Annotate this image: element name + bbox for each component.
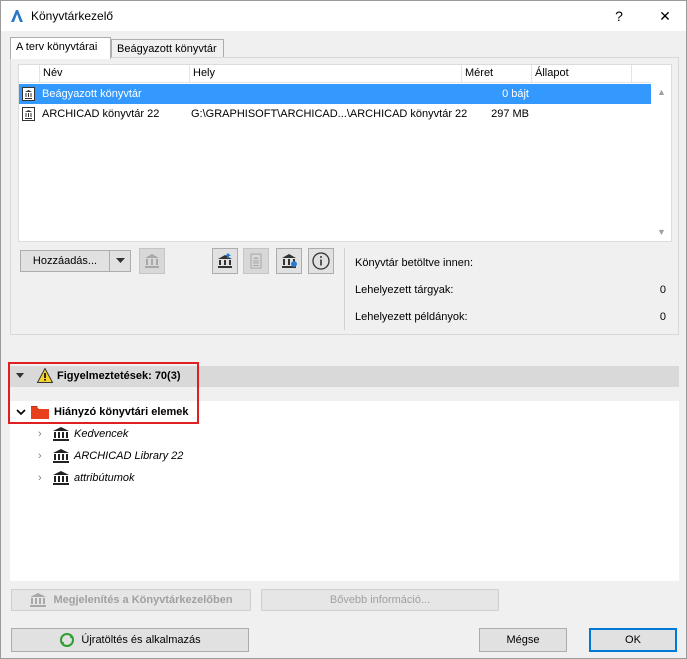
reload-apply-button[interactable]: Újratöltés és alkalmazás — [11, 628, 249, 652]
chevron-right-icon[interactable]: › — [38, 450, 52, 462]
collapse-triangle-icon[interactable] — [16, 373, 24, 379]
library-remove-icon — [145, 254, 159, 268]
tree-item-label: Kedvencek — [74, 428, 129, 440]
missing-elements-group[interactable]: Hiányzó könyvtári elemek — [16, 403, 189, 421]
embedded-library-icon — [22, 87, 35, 101]
row-location: G:\GRAPHISOFT\ARCHICAD...\ARCHICAD könyv… — [191, 108, 468, 120]
placed-objects-value: 0 — [659, 284, 666, 296]
remove-library-button[interactable] — [139, 248, 165, 274]
row-name: Beágyazott könyvtár — [42, 88, 142, 100]
loaded-from-label: Könyvtár betöltve innen: — [355, 257, 474, 269]
column-header-location[interactable]: Hely — [189, 65, 461, 83]
cancel-button[interactable]: Mégse — [479, 628, 567, 652]
tree-item[interactable]: › attribútumok — [38, 469, 135, 487]
library-upload-icon — [218, 253, 232, 268]
ok-button[interactable]: OK — [589, 628, 677, 652]
document-library-icon — [250, 253, 262, 269]
library-settings-icon — [282, 254, 297, 268]
close-button[interactable]: ✕ — [645, 1, 685, 31]
library-icon — [30, 593, 47, 607]
warnings-tree[interactable]: Hiányzó könyvtári elemek › Kedvencek › A… — [10, 401, 679, 581]
placed-instances-label: Lehelyezett példányok: — [355, 311, 468, 323]
library-icon — [53, 427, 69, 441]
tree-item-label: ARCHICAD Library 22 — [74, 450, 184, 462]
column-header-name[interactable]: Név — [39, 65, 189, 83]
folder-icon — [31, 406, 49, 419]
more-info-button[interactable]: Bővebb információ... — [261, 589, 499, 611]
help-button[interactable]: ? — [599, 1, 639, 31]
column-header-status[interactable]: Állapot — [531, 65, 631, 83]
add-dropdown-button[interactable] — [109, 250, 131, 272]
tree-item[interactable]: › Kedvencek — [38, 425, 128, 443]
library-icon — [53, 449, 69, 463]
row-size: 297 MB — [491, 108, 529, 120]
missing-elements-label: Hiányzó könyvtári elemek — [54, 406, 189, 418]
info-icon — [312, 252, 330, 270]
column-header-spacer — [631, 65, 651, 83]
panel-divider — [344, 248, 345, 330]
library-action-button-1[interactable] — [212, 248, 238, 274]
window-title: Könyvtárkezelő — [31, 9, 114, 23]
add-button[interactable]: Hozzáadás... — [20, 250, 110, 272]
reload-apply-label: Újratöltés és alkalmazás — [81, 634, 201, 646]
row-size: 0 bájt — [502, 88, 529, 100]
scroll-down-icon[interactable]: ▼ — [657, 227, 666, 237]
table-row[interactable]: Beágyazott könyvtár 0 bájt — [19, 84, 651, 104]
row-name: ARCHICAD könyvtár 22 — [42, 108, 160, 120]
reload-icon — [60, 633, 75, 647]
library-info-button[interactable] — [308, 248, 334, 274]
chevron-right-icon[interactable]: › — [38, 428, 52, 440]
archicad-app-icon — [10, 9, 24, 23]
chevron-down-icon[interactable] — [16, 408, 26, 416]
library-action-button-2[interactable] — [243, 248, 269, 274]
table-row[interactable]: ARCHICAD könyvtár 22 G:\GRAPHISOFT\ARCHI… — [19, 104, 651, 124]
library-action-button-3[interactable] — [276, 248, 302, 274]
title-bar: Könyvtárkezelő ? ✕ — [1, 1, 686, 31]
table-header: Név Hely Méret Állapot — [19, 65, 651, 83]
tab-embedded-library[interactable]: Beágyazott könyvtár — [111, 39, 224, 59]
tree-item[interactable]: › ARCHICAD Library 22 — [38, 447, 183, 465]
tab-project-libraries[interactable]: A terv könyvtárai — [10, 37, 111, 59]
chevron-down-icon — [115, 258, 125, 263]
chevron-right-icon[interactable]: › — [38, 472, 52, 484]
tree-item-label: attribútumok — [74, 472, 135, 484]
column-header-size[interactable]: Méret — [461, 65, 531, 83]
scroll-up-icon[interactable]: ▲ — [657, 87, 666, 97]
table-scrollbar[interactable]: ▲ ▼ — [653, 65, 671, 241]
placed-instances-value: 0 — [659, 311, 666, 323]
show-in-manager-button[interactable]: Megjelenítés a Könyvtárkezelőben — [11, 589, 251, 611]
show-in-manager-label: Megjelenítés a Könyvtárkezelőben — [53, 594, 233, 606]
library-icon — [53, 471, 69, 485]
library-folder-icon — [22, 107, 35, 121]
library-manager-window: Könyvtárkezelő ? ✕ A terv könyvtárai Beá… — [0, 0, 687, 659]
warning-icon — [37, 368, 53, 383]
library-table[interactable]: Név Hely Méret Állapot Beágyazott könyvt… — [18, 64, 672, 242]
warnings-header-text: Figyelmeztetések: 70(3) — [57, 370, 181, 382]
warnings-header[interactable]: Figyelmeztetések: 70(3) — [10, 366, 679, 387]
placed-objects-label: Lehelyezett tárgyak: — [355, 284, 454, 296]
